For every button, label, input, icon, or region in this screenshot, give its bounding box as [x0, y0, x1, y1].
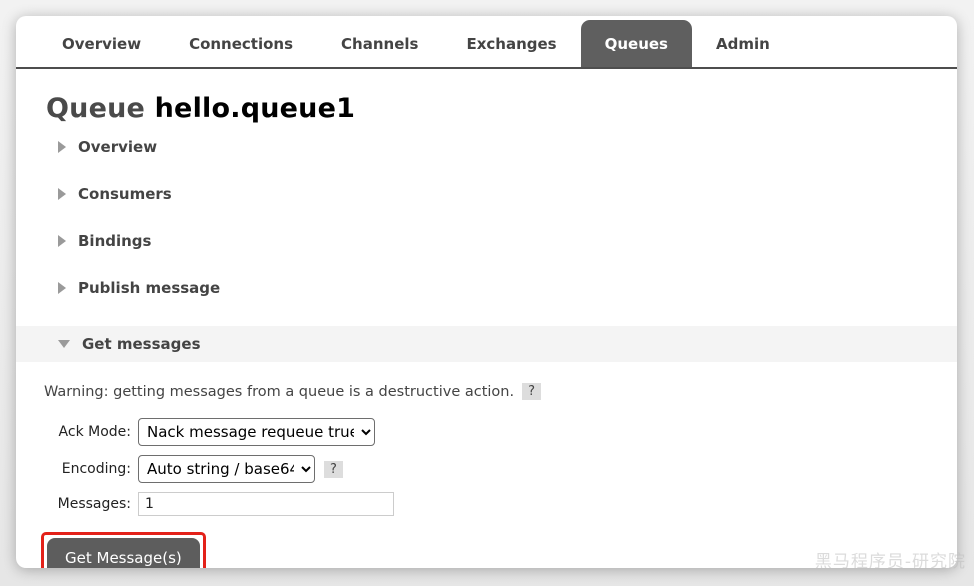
tab-admin[interactable]: Admin [692, 20, 794, 67]
help-icon[interactable]: ? [522, 383, 541, 400]
get-messages-panel: Warning: getting messages from a queue i… [16, 383, 957, 568]
section-publish-message[interactable]: Publish message [58, 279, 957, 297]
section-bindings[interactable]: Bindings [58, 232, 957, 250]
section-label: Bindings [78, 232, 151, 250]
help-icon[interactable]: ? [324, 461, 343, 478]
top-nav-tabs: Overview Connections Channels Exchanges … [16, 16, 957, 69]
page-title-prefix: Queue [46, 93, 145, 124]
ack-mode-select[interactable]: Nack message requeue true [138, 418, 375, 446]
destructive-warning-text: Warning: getting messages from a queue i… [44, 384, 514, 400]
section-label: Get messages [82, 335, 201, 353]
queue-name: hello.queue1 [155, 93, 355, 124]
chevron-right-icon [58, 282, 66, 294]
chevron-right-icon [58, 188, 66, 200]
messages-count-input[interactable] [138, 492, 394, 516]
encoding-label: Encoding: [16, 461, 138, 477]
get-messages-button[interactable]: Get Message(s) [47, 538, 200, 568]
tab-channels[interactable]: Channels [317, 20, 442, 67]
encoding-select[interactable]: Auto string / base64 [138, 455, 315, 483]
red-highlight-annotation: Get Message(s) [41, 532, 206, 568]
section-label: Consumers [78, 185, 172, 203]
section-overview[interactable]: Overview [58, 138, 957, 156]
tab-exchanges[interactable]: Exchanges [442, 20, 580, 67]
chevron-right-icon [58, 141, 66, 153]
main-panel: Overview Connections Channels Exchanges … [16, 16, 957, 568]
tab-overview[interactable]: Overview [38, 20, 165, 67]
tab-queues[interactable]: Queues [581, 20, 692, 67]
ack-mode-label: Ack Mode: [16, 424, 138, 440]
section-label: Publish message [78, 279, 220, 297]
chevron-right-icon [58, 235, 66, 247]
section-get-messages[interactable]: Get messages [16, 326, 957, 362]
messages-label: Messages: [16, 496, 138, 512]
tab-connections[interactable]: Connections [165, 20, 317, 67]
section-consumers[interactable]: Consumers [58, 185, 957, 203]
page-title: Queue hello.queue1 [46, 93, 957, 124]
section-label: Overview [78, 138, 157, 156]
chevron-down-icon [58, 340, 70, 348]
